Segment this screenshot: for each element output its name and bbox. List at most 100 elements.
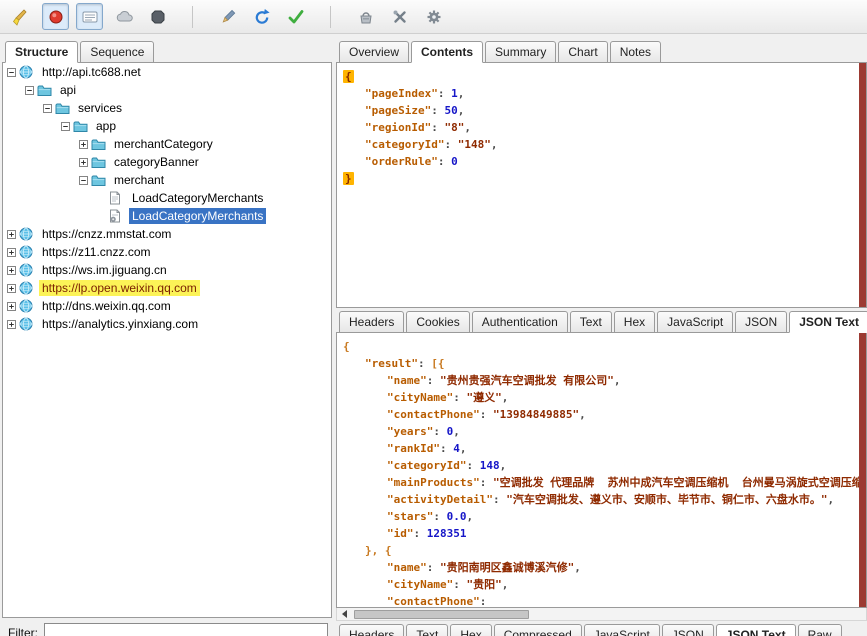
- response-scrollbar-thumb[interactable]: [859, 333, 866, 607]
- tree-row[interactable]: https://ws.im.jiguang.cn: [3, 261, 331, 279]
- tree-label[interactable]: app: [93, 118, 119, 134]
- tree-row[interactable]: services: [3, 99, 331, 117]
- settings-button[interactable]: [386, 3, 413, 30]
- tree-row[interactable]: app: [3, 117, 331, 135]
- structure-tree[interactable]: http://api.tc688.net api services app mercha…: [2, 62, 332, 618]
- expand-icon[interactable]: [79, 158, 91, 167]
- tree-label[interactable]: https://analytics.yinxiang.com: [39, 316, 201, 332]
- response-json-body: {"result": [{"name": "贵州贵强汽车空调批发 有限公司","…: [337, 333, 866, 608]
- session-tab-contents[interactable]: Contents: [411, 41, 483, 63]
- request-tab-json-text[interactable]: JSON Text: [789, 311, 867, 333]
- compose-button[interactable]: [214, 3, 241, 30]
- json-line: "categoryId": 148,: [337, 457, 866, 474]
- collapse-icon[interactable]: [7, 68, 19, 77]
- globe-icon: [19, 317, 36, 332]
- expand-icon[interactable]: [7, 302, 19, 311]
- tree-row[interactable]: LoadCategoryMerchants: [3, 189, 331, 207]
- request-scrollbar[interactable]: [859, 63, 866, 307]
- hscrollbar-thumb[interactable]: [354, 610, 529, 619]
- tree-label[interactable]: LoadCategoryMerchants: [129, 190, 266, 206]
- expand-icon[interactable]: [7, 230, 19, 239]
- tree-row[interactable]: https://lp.open.weixin.qq.com: [3, 279, 331, 297]
- expand-icon[interactable]: [7, 320, 19, 329]
- tree-label[interactable]: https://z11.cnzz.com: [39, 244, 154, 260]
- structure-tab-sequence[interactable]: Sequence: [80, 41, 154, 63]
- tree-label[interactable]: https://lp.open.weixin.qq.com: [39, 280, 200, 296]
- tree-label[interactable]: categoryBanner: [111, 154, 202, 170]
- response-tab-headers[interactable]: Headers: [339, 624, 404, 636]
- repeat-button[interactable]: [248, 3, 275, 30]
- collapse-icon[interactable]: [25, 86, 37, 95]
- doc-icon: [109, 191, 126, 206]
- tree-row[interactable]: https://analytics.yinxiang.com: [3, 315, 331, 333]
- tree-label[interactable]: http://api.tc688.net: [39, 64, 144, 80]
- response-tab-hex[interactable]: Hex: [450, 624, 491, 636]
- request-tab-cookies[interactable]: Cookies: [406, 311, 469, 333]
- tree-label[interactable]: merchant: [111, 172, 167, 188]
- tree-label[interactable]: http://dns.weixin.qq.com: [39, 298, 174, 314]
- session-tab-chart[interactable]: Chart: [558, 41, 607, 63]
- tree-label[interactable]: merchantCategory: [111, 136, 216, 152]
- response-tab-javascript[interactable]: JavaScript: [584, 624, 660, 636]
- response-tab-raw[interactable]: Raw: [798, 624, 842, 636]
- request-tab-text[interactable]: Text: [570, 311, 612, 333]
- request-json-pane[interactable]: {"pageIndex": 1,"pageSize": 50,"regionId…: [336, 62, 867, 308]
- tree-label[interactable]: services: [75, 100, 125, 116]
- stop-button[interactable]: [144, 3, 171, 30]
- response-hscrollbar[interactable]: [336, 608, 867, 621]
- request-tab-json[interactable]: JSON: [735, 311, 787, 333]
- tree-label[interactable]: LoadCategoryMerchants: [129, 208, 266, 224]
- response-tab-text[interactable]: Text: [406, 624, 448, 636]
- session-tabbar: OverviewContentsSummaryChartNotes: [336, 38, 867, 62]
- preferences-button[interactable]: [420, 3, 447, 30]
- expand-icon[interactable]: [79, 140, 91, 149]
- tools-button[interactable]: [352, 3, 379, 30]
- tree-row[interactable]: http://dns.weixin.qq.com: [3, 297, 331, 315]
- expand-icon[interactable]: [7, 266, 19, 275]
- validate-button[interactable]: [282, 3, 309, 30]
- tree-row[interactable]: api: [3, 81, 331, 99]
- tree-label[interactable]: https://ws.im.jiguang.cn: [39, 262, 170, 278]
- folder-icon: [73, 119, 90, 134]
- request-tab-headers[interactable]: Headers: [339, 311, 404, 333]
- tree-row[interactable]: categoryBanner: [3, 153, 331, 171]
- tree-row[interactable]: merchantCategory: [3, 135, 331, 153]
- breakpoints-button[interactable]: [110, 3, 137, 30]
- response-tab-json-text[interactable]: JSON Text: [716, 624, 796, 636]
- globe-icon: [19, 299, 36, 314]
- collapse-icon[interactable]: [79, 176, 91, 185]
- main-split: StructureSequence http://api.tc688.net ap…: [0, 34, 867, 636]
- throttle-button[interactable]: [76, 3, 103, 30]
- session-tab-summary[interactable]: Summary: [485, 41, 556, 63]
- response-tab-compressed[interactable]: Compressed: [494, 624, 582, 636]
- expand-icon[interactable]: [7, 284, 19, 293]
- collapse-icon[interactable]: [61, 122, 73, 131]
- json-line: "cityName": "遵义",: [337, 389, 866, 406]
- response-json-pane[interactable]: {"result": [{"name": "贵州贵强汽车空调批发 有限公司","…: [336, 332, 867, 608]
- structure-tab-structure[interactable]: Structure: [5, 41, 78, 63]
- globe-icon: [19, 245, 36, 260]
- expander-spacer: [97, 212, 109, 221]
- scroll-left-button[interactable]: [337, 608, 351, 620]
- request-scrollbar-thumb[interactable]: [859, 63, 866, 307]
- session-tab-overview[interactable]: Overview: [339, 41, 409, 63]
- tree-label[interactable]: api: [57, 82, 79, 98]
- expand-icon[interactable]: [7, 248, 19, 257]
- request-tab-hex[interactable]: Hex: [614, 311, 655, 333]
- tree-row[interactable]: https://z11.cnzz.com: [3, 243, 331, 261]
- tree-row[interactable]: LoadCategoryMerchants: [3, 207, 331, 225]
- tree-row[interactable]: https://cnzz.mmstat.com: [3, 225, 331, 243]
- record-icon: [47, 8, 65, 26]
- tree-row[interactable]: merchant: [3, 171, 331, 189]
- tree-row[interactable]: http://api.tc688.net: [3, 63, 331, 81]
- collapse-icon[interactable]: [43, 104, 55, 113]
- response-scrollbar[interactable]: [859, 333, 866, 607]
- request-tab-javascript[interactable]: JavaScript: [657, 311, 733, 333]
- session-tab-notes[interactable]: Notes: [610, 41, 661, 63]
- clear-button[interactable]: [8, 3, 35, 30]
- tree-label[interactable]: https://cnzz.mmstat.com: [39, 226, 174, 242]
- record-button[interactable]: [42, 3, 69, 30]
- filter-input[interactable]: [44, 623, 328, 636]
- response-tab-json[interactable]: JSON: [662, 624, 714, 636]
- request-tab-authentication[interactable]: Authentication: [472, 311, 568, 333]
